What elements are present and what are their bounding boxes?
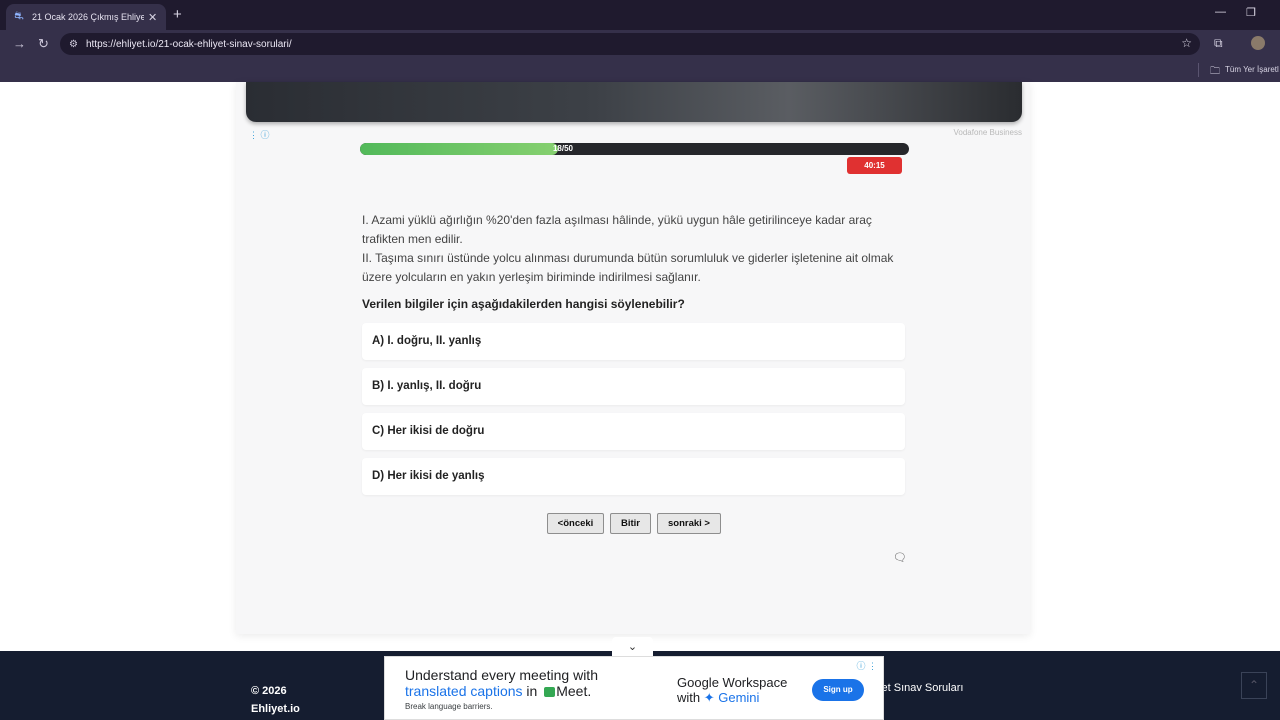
bookmarks-divider	[1198, 63, 1199, 77]
report-comment-icon[interactable]: 🗨	[893, 551, 907, 564]
chevron-down-icon[interactable]: ⌄	[612, 637, 653, 658]
ad-subtext: Break language barriers.	[405, 702, 493, 711]
statement-2: II. Taşıma sınırı üstünde yolcu alınması…	[362, 251, 894, 284]
ad-headline-meet: Meet.	[556, 683, 592, 699]
address-bar[interactable]: ⚙ https://ehliyet.io/21-ocak-ehliyet-sin…	[60, 33, 1200, 55]
forward-icon[interactable]: →	[13, 36, 26, 51]
bookmarks-bar: 🗀 Tüm Yer İşaretl	[0, 58, 1280, 82]
site-settings-icon[interactable]: ⚙	[69, 39, 78, 50]
ad-headline: Understand every meeting with translated…	[405, 667, 598, 699]
previous-button[interactable]: <önceki	[547, 513, 604, 534]
ad-product-with: with	[677, 690, 704, 705]
ad-info-icon[interactable]: ⓘ ⋮	[856, 659, 877, 672]
ad-headline-line1: Understand every meeting with	[405, 667, 598, 683]
question-text: Verilen bilgiler için aşağıdakilerden ha…	[362, 297, 685, 311]
video-player[interactable]	[246, 82, 1022, 122]
progress-label: 18/50	[552, 144, 574, 153]
browser-toolbar: → ↻ ⚙ https://ehliyet.io/21-ocak-ehliyet…	[0, 30, 1280, 58]
option-d[interactable]: D) Her ikisi de yanlış	[362, 458, 905, 495]
ad-gemini-label: ✦ Gemini	[703, 690, 760, 705]
ad-product-name: Google Workspace	[677, 675, 788, 690]
progress-fill	[360, 143, 558, 155]
new-tab-icon[interactable]: +	[173, 6, 182, 23]
ad-product: Google Workspace with ✦ Gemini	[677, 675, 787, 705]
tab-close-icon[interactable]: ✕	[148, 11, 157, 24]
progress-bar: 18/50	[360, 143, 909, 155]
countdown-timer: 40:15	[847, 157, 902, 174]
minimize-icon[interactable]: —	[1215, 6, 1226, 18]
meet-icon	[544, 687, 556, 697]
reload-icon[interactable]: ↻	[38, 36, 49, 52]
option-a[interactable]: A) I. doğru, II. yanlış	[362, 323, 905, 360]
ad-headline-highlight: translated captions	[405, 683, 523, 699]
all-bookmarks-link[interactable]: Tüm Yer İşaretl	[1225, 65, 1279, 74]
finish-button[interactable]: Bitir	[610, 513, 651, 534]
scroll-to-top-icon[interactable]: ⌃	[1241, 672, 1267, 699]
profile-avatar[interactable]	[1251, 36, 1265, 50]
browser-tab-bar: ⛐ 21 Ocak 2026 Çıkmış Ehliyet Sı ✕ + — ❐	[0, 0, 1280, 30]
tab-title: 21 Ocak 2026 Çıkmış Ehliyet Sı	[32, 12, 144, 22]
ad-headline-connector: in	[522, 683, 542, 699]
restore-icon[interactable]: ❐	[1246, 6, 1256, 19]
footer-copyright: © 2026	[251, 685, 287, 697]
footer-link[interactable]: yet Sınav Soruları	[876, 682, 963, 694]
option-c[interactable]: C) Her ikisi de doğru	[362, 413, 905, 450]
bookmark-star-icon[interactable]: ☆	[1181, 36, 1192, 50]
ad-brand-label: Vodafone Business	[953, 128, 1023, 137]
browser-tab[interactable]: ⛐ 21 Ocak 2026 Çıkmış Ehliyet Sı ✕	[6, 4, 166, 30]
extensions-icon[interactable]: ⧉	[1214, 36, 1223, 51]
ad-banner[interactable]: Understand every meeting with translated…	[384, 656, 884, 720]
folder-icon: 🗀	[1210, 66, 1220, 77]
url-text: https://ehliyet.io/21-ocak-ehliyet-sinav…	[85, 38, 292, 50]
ad-signup-button[interactable]: Sign up	[812, 679, 864, 701]
next-button[interactable]: sonraki >	[657, 513, 721, 534]
footer-brand[interactable]: Ehliyet.io	[251, 703, 300, 715]
ad-info-icon[interactable]: ⋮ ⓘ	[249, 128, 270, 141]
statement-1: I. Azami yüklü ağırlığın %20'den fazla a…	[362, 213, 872, 246]
site-favicon-icon: ⛐	[14, 10, 24, 22]
option-b[interactable]: B) I. yanlış, II. doğru	[362, 368, 905, 405]
